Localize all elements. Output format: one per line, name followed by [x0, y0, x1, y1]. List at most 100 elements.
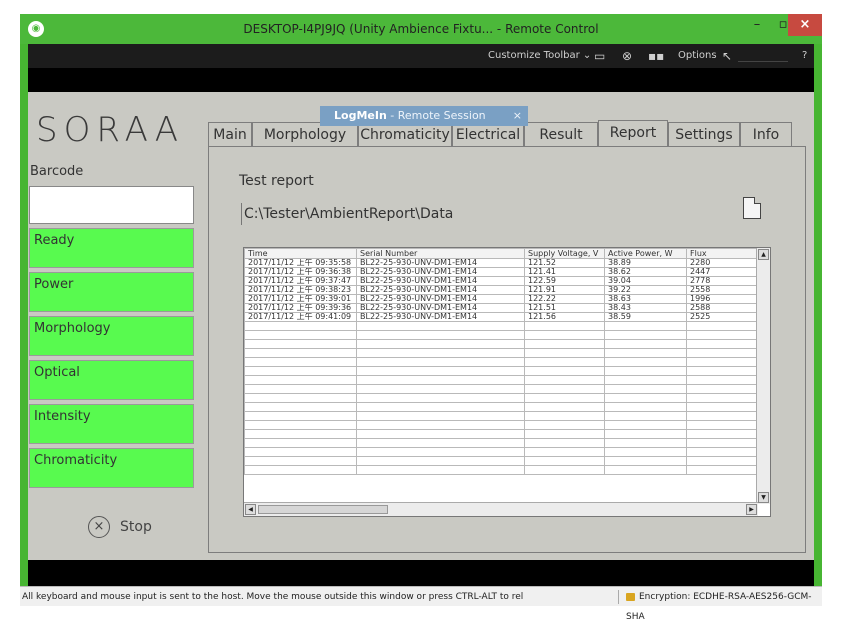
table-row[interactable]: 2017/11/12 上午 09:35:58 BL22-25-930-UNV-DM… — [244, 258, 759, 268]
table-cell — [356, 456, 525, 466]
table-cell — [524, 456, 605, 466]
tab-info[interactable]: Info — [740, 122, 792, 148]
table-row[interactable]: 2017/11/12 上午 09:36:38 BL22-25-930-UNV-DM… — [244, 267, 759, 277]
table-cell — [604, 330, 687, 340]
table-cell — [604, 411, 687, 421]
column-header[interactable]: Active Power, W — [604, 248, 687, 259]
vertical-scrollbar[interactable]: ▲ ▼ — [756, 248, 770, 504]
table-cell: BL22-25-930-UNV-DM1-EM14 — [356, 294, 525, 304]
table-cell: 2447 — [686, 267, 759, 277]
table-cell — [244, 429, 357, 439]
column-header[interactable]: Supply Voltage, V — [524, 248, 605, 259]
table-cell — [524, 438, 605, 448]
close-button[interactable]: × — [788, 14, 822, 36]
table-row[interactable] — [244, 402, 759, 412]
table-cell: 38.62 — [604, 267, 687, 277]
table-row[interactable] — [244, 339, 759, 349]
table-cell: 2017/11/12 上午 09:35:58 — [244, 258, 357, 268]
table-row[interactable] — [244, 348, 759, 358]
title-bar[interactable]: ◉ DESKTOP-I4PJ9JQ (Unity Ambience Fixtu.… — [20, 14, 822, 44]
file-icon[interactable] — [743, 197, 761, 219]
customize-toolbar-button[interactable]: Customize Toolbar ⌄ — [488, 44, 591, 68]
table-row[interactable]: 2017/11/12 上午 09:37:47 BL22-25-930-UNV-DM… — [244, 276, 759, 286]
table-cell — [356, 384, 525, 394]
table-cell — [524, 330, 605, 340]
table-cell — [524, 429, 605, 439]
table-row[interactable] — [244, 411, 759, 421]
table-row[interactable] — [244, 321, 759, 331]
scroll-right-icon[interactable]: ▶ — [746, 504, 757, 515]
table-cell: BL22-25-930-UNV-DM1-EM14 — [356, 285, 525, 295]
status-bar: All keyboard and mouse input is sent to … — [20, 586, 822, 622]
table-cell — [604, 348, 687, 358]
column-header[interactable]: Serial Number — [356, 248, 525, 259]
connection-quality-icon — [738, 50, 788, 62]
monitors-icon[interactable]: ▪▪ — [648, 44, 664, 68]
table-cell — [356, 375, 525, 385]
scroll-up-icon[interactable]: ▲ — [758, 249, 769, 260]
table-cell: BL22-25-930-UNV-DM1-EM14 — [356, 276, 525, 286]
zoom-icon[interactable]: ⊗ — [622, 44, 632, 68]
table-cell: 2588 — [686, 303, 759, 313]
tab-settings[interactable]: Settings — [668, 122, 740, 148]
stop-button[interactable]: × Stop — [88, 515, 152, 539]
table-cell — [686, 465, 759, 475]
column-header[interactable]: Flux — [686, 248, 759, 259]
table-cell: 2778 — [686, 276, 759, 286]
test-report-heading: Test report — [239, 173, 314, 189]
table-row[interactable] — [244, 330, 759, 340]
report-table[interactable]: Time Serial Number Supply Voltage, V Act… — [243, 247, 771, 517]
table-cell — [356, 465, 525, 475]
table-row[interactable] — [244, 420, 759, 430]
horizontal-scrollbar[interactable]: ◀ ▶ — [244, 502, 758, 516]
table-cell — [524, 393, 605, 403]
remote-top-band — [28, 68, 814, 92]
table-cell — [604, 393, 687, 403]
tab-main[interactable]: Main — [208, 122, 252, 148]
table-row[interactable] — [244, 357, 759, 367]
screen-icon[interactable]: ▭ — [594, 44, 605, 68]
scroll-left-icon[interactable]: ◀ — [245, 504, 256, 515]
encryption-info: Encryption: ECDHE-RSA-AES256-GCM-SHA — [626, 587, 822, 627]
status-intensity: Intensity — [29, 404, 194, 444]
soraa-logo: SORAA — [36, 110, 185, 150]
table-row[interactable] — [244, 384, 759, 394]
table-cell — [356, 330, 525, 340]
table-row[interactable] — [244, 456, 759, 466]
table-cell — [604, 357, 687, 367]
table-row[interactable]: 2017/11/12 上午 09:38:23 BL22-25-930-UNV-DM… — [244, 285, 759, 295]
table-cell — [686, 411, 759, 421]
table-row[interactable] — [244, 465, 759, 475]
horizontal-scroll-thumb[interactable] — [258, 505, 388, 514]
table-cell — [604, 366, 687, 376]
table-row[interactable] — [244, 447, 759, 457]
column-header[interactable]: Time — [244, 248, 357, 259]
table-cell — [524, 357, 605, 367]
table-cell: BL22-25-930-UNV-DM1-EM14 — [356, 312, 525, 322]
table-row[interactable] — [244, 393, 759, 403]
table-cell: 2525 — [686, 312, 759, 322]
banner-close-icon[interactable]: × — [513, 106, 522, 126]
table-row[interactable] — [244, 375, 759, 385]
tab-result[interactable]: Result — [524, 122, 598, 148]
table-cell — [524, 375, 605, 385]
table-row[interactable] — [244, 366, 759, 376]
table-cell — [356, 402, 525, 412]
scroll-down-icon[interactable]: ▼ — [758, 492, 769, 503]
help-button[interactable]: ? — [802, 44, 807, 68]
customize-toolbar-label: Customize Toolbar — [488, 50, 580, 61]
barcode-label: Barcode — [30, 164, 84, 179]
table-row[interactable]: 2017/11/12 上午 09:39:36 BL22-25-930-UNV-DM… — [244, 303, 759, 313]
table-row[interactable] — [244, 429, 759, 439]
report-path-field[interactable]: C:\Tester\AmbientReport\Data — [241, 203, 453, 225]
pointer-icon[interactable]: ↖ — [722, 44, 732, 68]
tab-report[interactable]: Report — [598, 120, 668, 148]
table-row[interactable] — [244, 438, 759, 448]
table-cell: 2558 — [686, 285, 759, 295]
table-row[interactable]: 2017/11/12 上午 09:39:01 BL22-25-930-UNV-DM… — [244, 294, 759, 304]
options-button[interactable]: Options — [678, 44, 717, 68]
table-cell — [244, 384, 357, 394]
table-cell — [686, 438, 759, 448]
barcode-input[interactable] — [29, 186, 194, 224]
table-row[interactable]: 2017/11/12 上午 09:41:09 BL22-25-930-UNV-DM… — [244, 312, 759, 322]
